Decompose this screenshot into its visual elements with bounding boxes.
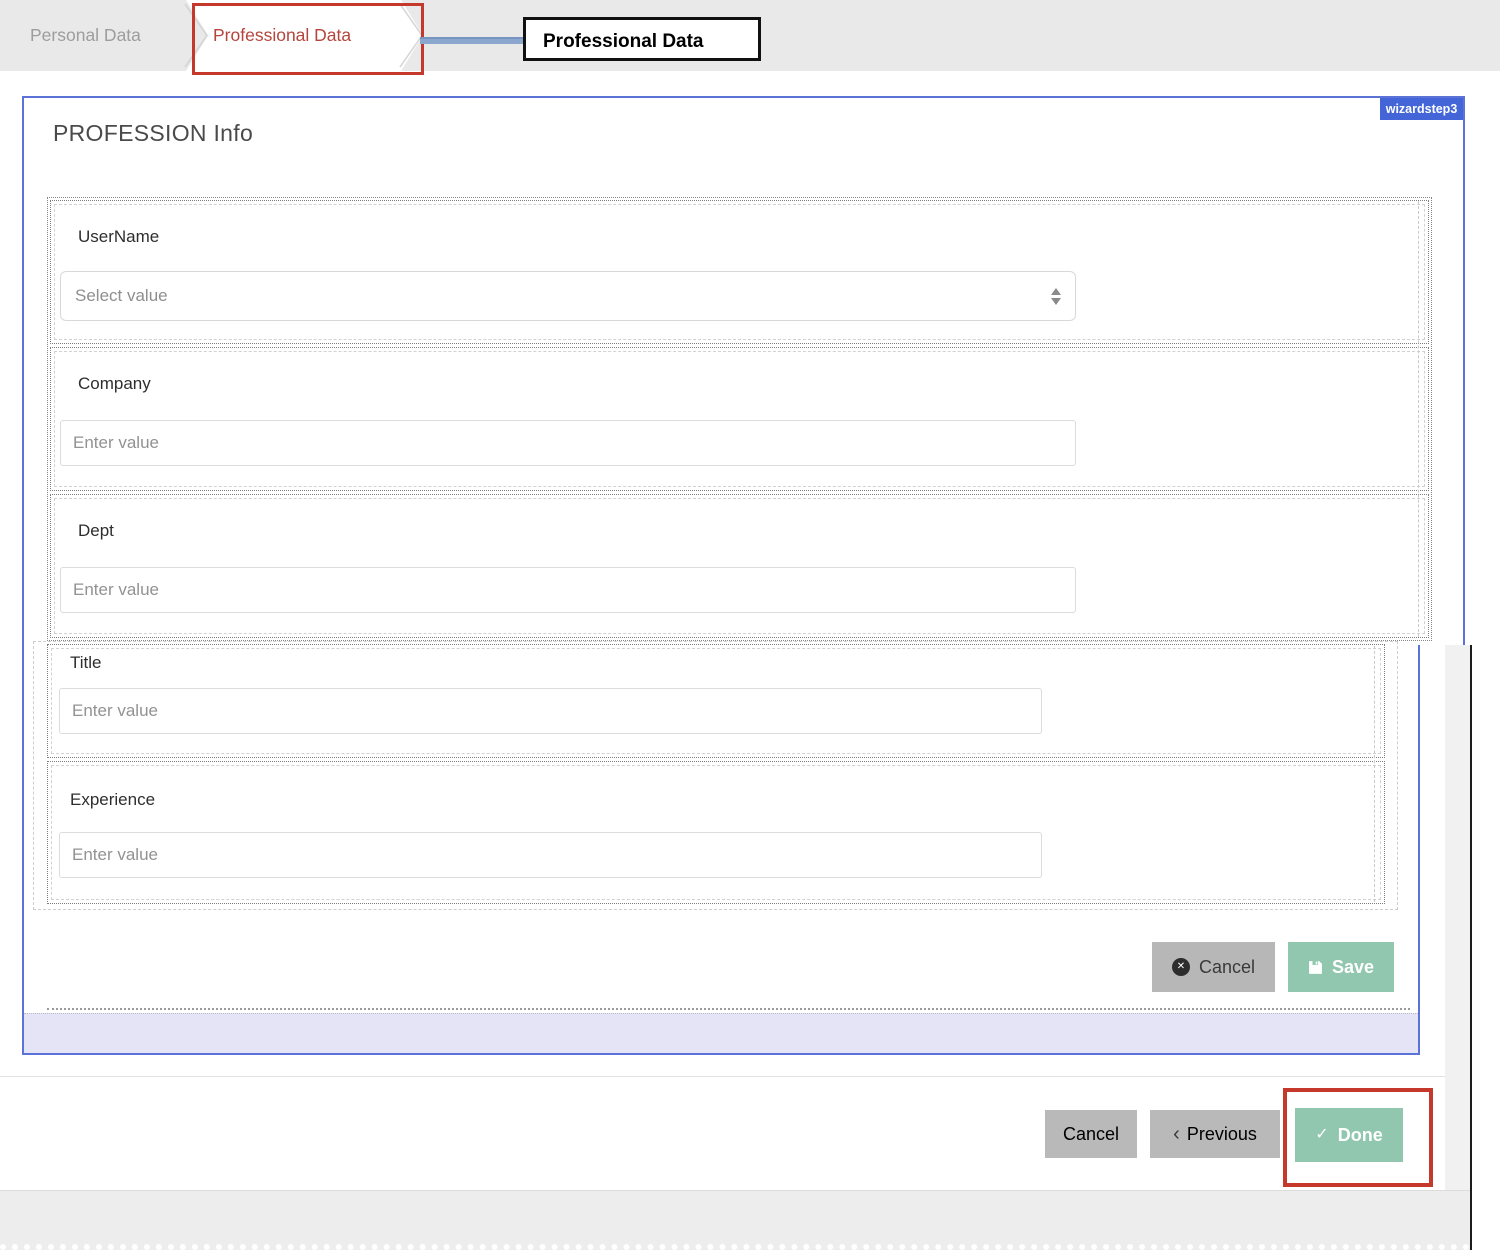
company-input[interactable] (60, 420, 1076, 466)
select-placeholder: Select value (75, 286, 1051, 306)
title-input[interactable] (59, 688, 1042, 734)
footer-divider (0, 1076, 1446, 1077)
tab-annotation-box (192, 3, 424, 75)
cancel-circle-icon: ✕ (1172, 958, 1190, 976)
panel-border-top (22, 96, 1465, 98)
page-title: PROFESSION Info (53, 120, 253, 147)
field-label: UserName (78, 227, 159, 247)
footer-cancel-button[interactable]: Cancel (1045, 1110, 1137, 1158)
callout-connector-line (420, 37, 523, 44)
column-guide-line (1374, 646, 1375, 902)
right-edge-strip (1445, 645, 1470, 1250)
field-row-dept[interactable]: Dept (50, 494, 1429, 638)
save-button[interactable]: Save (1288, 942, 1394, 992)
previous-chevron-icon: ‹ (1173, 1124, 1180, 1144)
panel-border-right-upper (1463, 96, 1465, 645)
footer-previous-label: Previous (1187, 1124, 1257, 1145)
fields-section-bottom: Title Experience (33, 641, 1398, 910)
dept-input[interactable] (60, 567, 1076, 613)
panel-footer-strip (24, 1013, 1418, 1053)
done-annotation-box (1283, 1088, 1433, 1187)
field-label: Company (78, 374, 151, 394)
select-spinner-icon (1051, 288, 1061, 305)
panel-border-bottom (22, 1053, 1420, 1055)
experience-input[interactable] (59, 832, 1042, 878)
column-guide-line (1418, 201, 1419, 637)
field-row-experience[interactable]: Experience (47, 761, 1385, 904)
bottom-gray-bar (0, 1190, 1470, 1250)
panel-border-left (22, 96, 24, 1055)
fields-section-top: UserName Select value Company Dept (47, 197, 1432, 641)
field-label: Dept (78, 521, 114, 541)
field-label: Experience (70, 790, 155, 810)
save-button-label: Save (1332, 957, 1374, 978)
window-edge-line (1470, 645, 1472, 1250)
dotted-separator (47, 1008, 1410, 1010)
save-icon (1308, 960, 1323, 975)
field-row-title[interactable]: Title (47, 644, 1385, 758)
callout-box: Professional Data (523, 17, 761, 61)
panel-border-right-lower (1418, 645, 1420, 1055)
cancel-button[interactable]: ✕ Cancel (1152, 942, 1275, 992)
field-row-company[interactable]: Company (50, 347, 1429, 491)
footer-cancel-label: Cancel (1063, 1124, 1119, 1145)
username-select[interactable]: Select value (60, 271, 1076, 321)
footer-previous-button[interactable]: ‹ Previous (1150, 1110, 1280, 1158)
wizard-builder-screen: Personal Data Professional Data Professi… (0, 0, 1500, 1250)
field-row-username[interactable]: UserName Select value (50, 200, 1429, 344)
cancel-button-label: Cancel (1199, 957, 1255, 978)
tab-personal-data[interactable]: Personal Data (30, 0, 141, 71)
callout-label: Professional Data (543, 31, 704, 52)
wizardstep-badge: wizardstep3 (1380, 98, 1463, 120)
field-label: Title (70, 653, 102, 673)
